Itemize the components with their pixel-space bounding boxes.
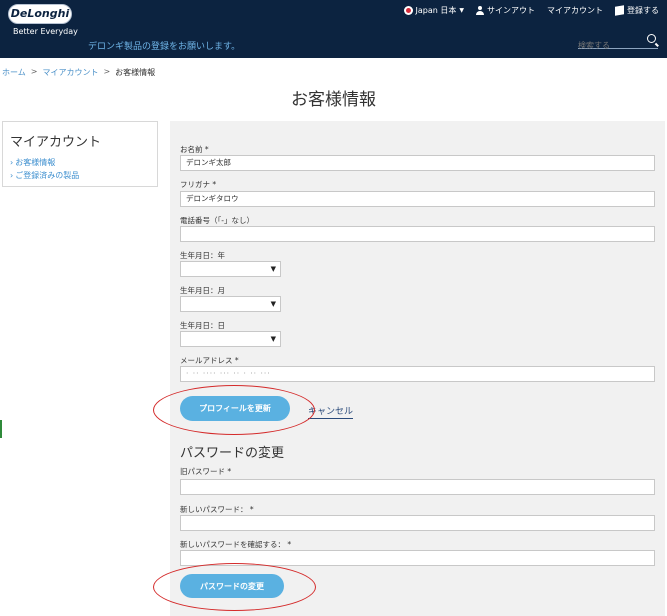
sidebar-item-customer-info[interactable]: › お客様情報 <box>10 157 79 168</box>
birth-month-select[interactable]: ▼ <box>180 296 281 312</box>
dropdown-arrow-icon: ▼ <box>270 300 276 308</box>
birth-day-label: 生年月日：日 <box>180 321 225 330</box>
new-password-field[interactable] <box>180 515 655 531</box>
phone-label: 電話番号（「-」なし） <box>180 216 254 225</box>
breadcrumb: ホーム > マイアカウント > お客様情報 <box>2 67 155 78</box>
password-section-title: パスワードの変更 <box>180 446 285 461</box>
product-box-icon <box>615 5 624 16</box>
old-password-label: 旧パスワード * <box>180 467 232 476</box>
my-account-link[interactable]: マイアカウント <box>547 5 603 16</box>
page-title: お客様情報 <box>291 90 376 110</box>
old-password-field[interactable] <box>180 479 655 495</box>
birth-year-select[interactable]: ▼ <box>180 261 281 277</box>
name-field[interactable]: デロンギ太郎 <box>180 155 655 171</box>
search-box <box>578 33 658 53</box>
breadcrumb-my-account[interactable]: マイアカウント <box>42 67 98 78</box>
dropdown-arrow-icon: ▼ <box>270 335 276 343</box>
signout-label: サインアウト <box>487 6 535 15</box>
chevron-right-icon: › <box>10 171 14 180</box>
dropdown-arrow-icon: ▼ <box>270 265 276 273</box>
search-icon[interactable] <box>647 34 656 43</box>
japan-flag-icon <box>403 6 413 15</box>
kana-field[interactable]: デロンギタロウ <box>180 191 655 207</box>
breadcrumb-current: お客様情報 <box>115 68 156 77</box>
kana-label: フリガナ * <box>180 180 217 189</box>
new-password-label: 新しいパスワード： * <box>180 505 254 514</box>
email-value: · ·· ···· ··· ·· · ·· ··· <box>186 369 271 378</box>
email-field[interactable]: · ·· ···· ··· ·· · ·· ··· <box>180 366 655 382</box>
signout-link[interactable]: サインアウト <box>476 5 535 16</box>
annotation-circle-update <box>153 385 315 435</box>
search-input[interactable] <box>578 38 642 53</box>
breadcrumb-separator: > <box>103 67 111 76</box>
chevron-right-icon: › <box>10 158 14 167</box>
profile-form-panel: お名前 * デロンギ太郎 フリガナ * デロンギタロウ 電話番号（「-」なし） … <box>170 121 665 616</box>
sidebar-item-label: お客様情報 <box>15 158 56 167</box>
sidebar-item-label: ご登録済みの製品 <box>15 171 80 180</box>
register-link[interactable]: 登録する <box>615 5 659 16</box>
promo-banner-text[interactable]: デロンギ製品の登録をお願いします。 <box>88 39 240 52</box>
sidebar-menu: › お客様情報 › ご登録済みの製品 <box>10 157 79 183</box>
birth-day-select[interactable]: ▼ <box>180 331 281 347</box>
birth-year-label: 生年月日：年 <box>180 251 225 260</box>
top-navigation: Japan 日本 ▼ サインアウト マイアカウント 登録する <box>403 5 659 16</box>
region-label: Japan 日本 <box>415 6 457 15</box>
breadcrumb-separator: > <box>30 67 38 76</box>
my-account-label: マイアカウント <box>547 6 603 15</box>
caret-down-icon: ▼ <box>459 7 464 14</box>
left-accent-bar <box>0 420 2 438</box>
annotation-circle-password <box>153 563 316 611</box>
name-label: お名前 * <box>180 145 209 154</box>
sidebar-item-registered-products[interactable]: › ご登録済みの製品 <box>10 170 79 181</box>
user-icon <box>476 6 484 15</box>
register-label: 登録する <box>627 6 659 15</box>
account-sidebar: マイアカウント › お客様情報 › ご登録済みの製品 <box>2 121 158 187</box>
site-header: DeLonghi Better Everyday デロンギ製品の登録をお願いしま… <box>0 0 667 58</box>
confirm-password-label: 新しいパスワードを確認する： * <box>180 540 292 549</box>
phone-field[interactable] <box>180 226 655 242</box>
email-label: メールアドレス * <box>180 356 239 365</box>
birth-month-label: 生年月日：月 <box>180 286 225 295</box>
delonghi-logo[interactable]: DeLonghi <box>8 4 72 24</box>
breadcrumb-home[interactable]: ホーム <box>2 67 26 78</box>
sidebar-title: マイアカウント <box>10 135 102 150</box>
brand-tagline: Better Everyday <box>13 27 78 36</box>
region-selector[interactable]: Japan 日本 ▼ <box>403 5 464 16</box>
